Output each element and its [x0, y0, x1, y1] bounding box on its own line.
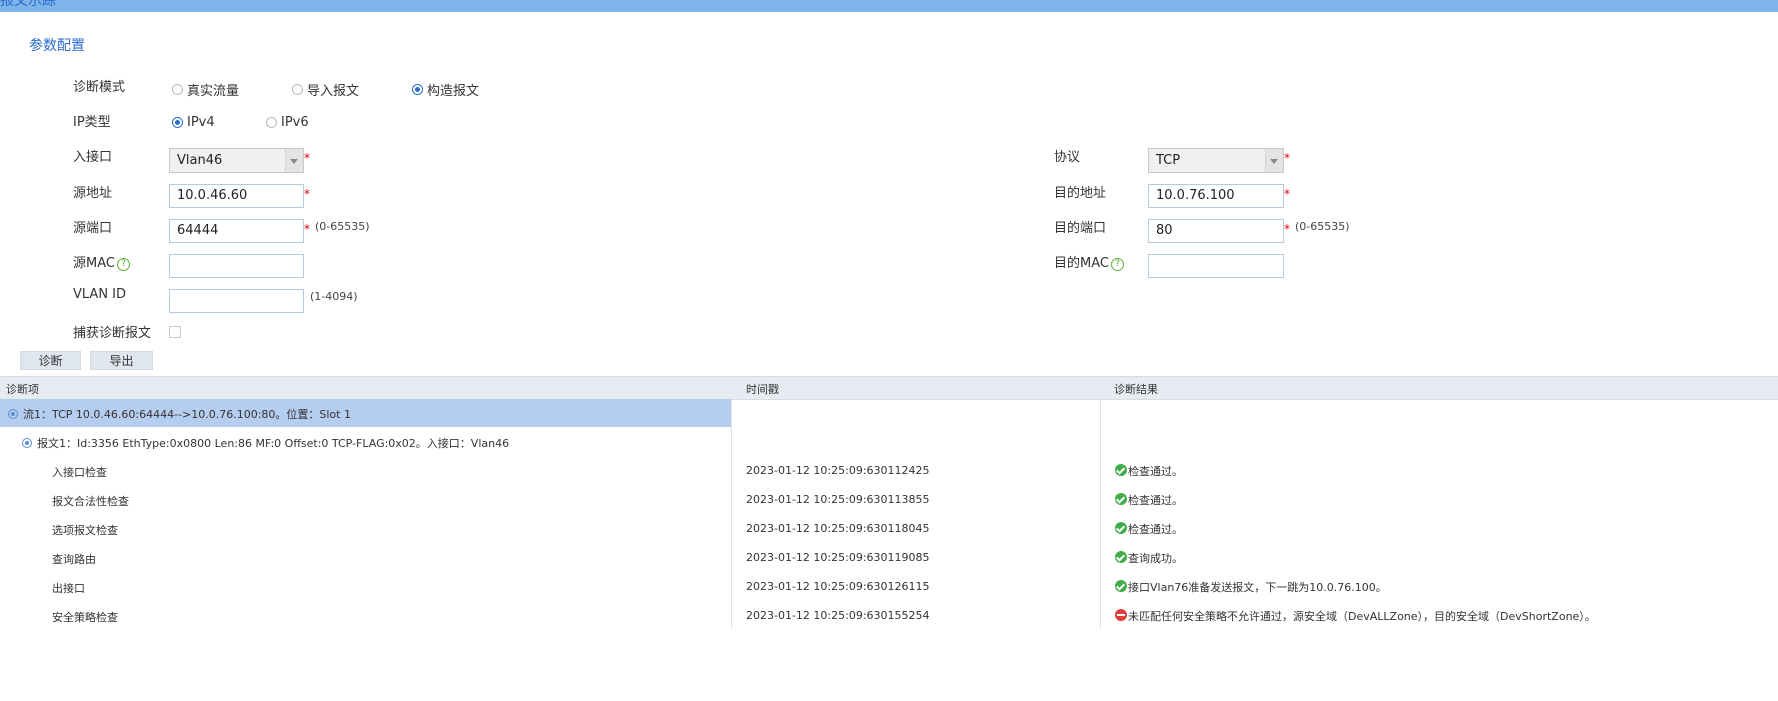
export-button[interactable]: 导出	[90, 351, 153, 370]
table-row[interactable]: 出接口 2023-01-12 10:25:09:630126115 接口Vlan…	[0, 573, 1778, 601]
col-header-time[interactable]: 时间戳	[746, 381, 779, 397]
item-cell: 查询路由	[52, 553, 96, 566]
src-mac-label: 源MAC?	[73, 252, 130, 271]
mode-import-packet-radio[interactable]: 导入报文	[292, 80, 359, 99]
help-icon[interactable]: ?	[1110, 258, 1124, 271]
dst-mac-label: 目的MAC?	[1054, 252, 1124, 271]
time-cell: 2023-01-12 10:25:09:630118045	[746, 522, 930, 535]
mode-construct-packet-radio[interactable]: 构造报文	[412, 80, 479, 99]
error-icon	[1115, 609, 1127, 621]
result-cell: 未匹配任何安全策略不允许通过，源安全域（DevALLZone），目的安全域（De…	[1115, 608, 1596, 624]
time-cell: 2023-01-12 10:25:09:630126115	[746, 580, 930, 593]
dst-addr-label: 目的地址	[1054, 186, 1107, 201]
ip-type-ipv6-radio[interactable]: IPv6	[266, 115, 309, 130]
help-icon[interactable]: ?	[116, 258, 130, 271]
required-mark: *	[304, 187, 310, 201]
required-mark: *	[1284, 222, 1290, 236]
check-icon	[1115, 580, 1127, 592]
table-row[interactable]: 查询路由 2023-01-12 10:25:09:630119085 查询成功。	[0, 544, 1778, 572]
section-title: 参数配置	[29, 38, 85, 54]
col-header-result[interactable]: 诊断结果	[1114, 381, 1158, 397]
time-cell: 2023-01-12 10:25:09:630155254	[746, 609, 930, 622]
packet-cell: 报文1：Id:3356 EthType:0x0800 Len:86 MF:0 O…	[22, 435, 509, 451]
result-cell: 查询成功。	[1115, 550, 1183, 566]
tree-node-icon[interactable]	[8, 409, 18, 419]
in-interface-select[interactable]: Vlan46	[169, 148, 304, 173]
window-title: 报文示踪	[0, 0, 56, 9]
time-cell: 2023-01-12 10:25:09:630112425	[746, 464, 930, 477]
diagnose-button[interactable]: 诊断	[20, 351, 81, 370]
title-bar: 报文示踪	[0, 0, 1778, 12]
required-mark: *	[304, 222, 310, 236]
result-cell: 检查通过。	[1115, 492, 1183, 508]
result-cell: 接口Vlan76准备发送报文，下一跳为10.0.76.100。	[1115, 579, 1387, 595]
item-cell: 入接口检查	[52, 466, 107, 479]
tree-node-icon[interactable]	[22, 438, 32, 448]
result-cell: 检查通过。	[1115, 463, 1183, 479]
radio-indicator	[172, 84, 183, 95]
dst-port-input[interactable]: 80	[1148, 219, 1284, 243]
flow-cell: 流1：TCP 10.0.46.60:64444-->10.0.76.100:80…	[8, 406, 351, 422]
protocol-select[interactable]: TCP	[1148, 148, 1284, 173]
results-table-header: 诊断项 时间戳 诊断结果	[0, 376, 1778, 400]
dst-port-label: 目的端口	[1054, 221, 1107, 236]
src-port-label: 源端口	[73, 221, 113, 236]
result-cell: 检查通过。	[1115, 521, 1183, 537]
table-row-packet[interactable]: 报文1：Id:3356 EthType:0x0800 Len:86 MF:0 O…	[0, 428, 1778, 456]
ip-type-ipv4-radio[interactable]: IPv4	[172, 115, 215, 130]
radio-indicator	[172, 117, 183, 128]
src-addr-input[interactable]: 10.0.46.60	[169, 184, 304, 208]
src-port-input[interactable]: 64444	[169, 219, 304, 243]
item-cell: 选项报文检查	[52, 524, 118, 537]
table-row[interactable]: 入接口检查 2023-01-12 10:25:09:630112425 检查通过…	[0, 457, 1778, 485]
item-cell: 安全策略检查	[52, 611, 118, 624]
vlan-id-input[interactable]	[169, 289, 304, 313]
dst-addr-input[interactable]: 10.0.76.100	[1148, 184, 1284, 208]
protocol-label: 协议	[1054, 150, 1081, 165]
src-port-range-hint: (0-65535)	[315, 220, 370, 233]
chevron-down-icon	[285, 149, 303, 172]
radio-indicator	[412, 84, 423, 95]
mode-label: 诊断模式	[73, 80, 126, 95]
capture-checkbox[interactable]	[169, 326, 181, 338]
check-icon	[1115, 493, 1127, 505]
item-cell: 报文合法性检查	[52, 495, 129, 508]
col-header-item[interactable]: 诊断项	[6, 381, 39, 397]
check-icon	[1115, 551, 1127, 563]
table-row[interactable]: 报文合法性检查 2023-01-12 10:25:09:630113855 检查…	[0, 486, 1778, 514]
table-row[interactable]: 安全策略检查 2023-01-12 10:25:09:630155254 未匹配…	[0, 602, 1778, 630]
vlan-id-range-hint: (1-4094)	[310, 290, 358, 303]
chevron-down-icon	[1265, 149, 1283, 172]
item-cell: 出接口	[52, 582, 85, 595]
time-cell: 2023-01-12 10:25:09:630113855	[746, 493, 930, 506]
src-mac-input[interactable]	[169, 254, 304, 278]
in-interface-label: 入接口	[73, 150, 113, 165]
dst-port-range-hint: (0-65535)	[1295, 220, 1350, 233]
radio-indicator	[266, 117, 277, 128]
table-row-flow[interactable]: 流1：TCP 10.0.46.60:64444-->10.0.76.100:80…	[0, 399, 1778, 427]
ip-type-label: IP类型	[73, 115, 111, 130]
required-mark: *	[304, 151, 310, 165]
time-cell: 2023-01-12 10:25:09:630119085	[746, 551, 930, 564]
dst-mac-input[interactable]	[1148, 254, 1284, 278]
required-mark: *	[1284, 151, 1290, 165]
check-icon	[1115, 522, 1127, 534]
src-addr-label: 源地址	[73, 186, 113, 201]
capture-label: 捕获诊断报文	[73, 326, 152, 341]
table-row[interactable]: 选项报文检查 2023-01-12 10:25:09:630118045 检查通…	[0, 515, 1778, 543]
required-mark: *	[1284, 187, 1290, 201]
mode-real-traffic-radio[interactable]: 真实流量	[172, 80, 239, 99]
check-icon	[1115, 464, 1127, 476]
vlan-id-label: VLAN ID	[73, 287, 127, 302]
radio-indicator	[292, 84, 303, 95]
